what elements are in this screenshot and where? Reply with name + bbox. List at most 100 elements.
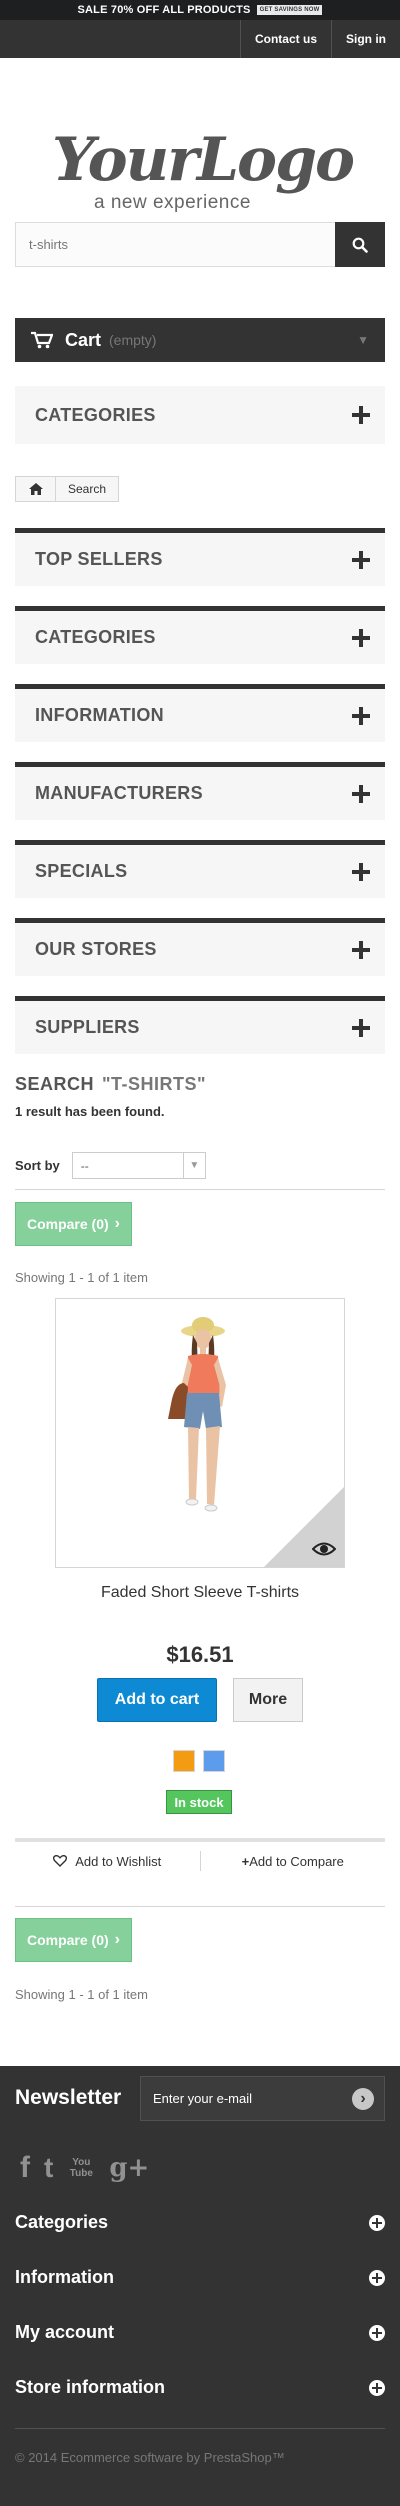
sign-in-link[interactable]: Sign in bbox=[331, 20, 400, 58]
plus-icon bbox=[352, 862, 370, 881]
footer-section-label: Categories bbox=[15, 2212, 109, 2232]
newsletter-email-input[interactable]: Enter your e-mail › bbox=[140, 2076, 385, 2121]
search-input[interactable] bbox=[15, 222, 335, 267]
product-image[interactable] bbox=[55, 1298, 345, 1568]
newsletter-title: Newsletter bbox=[15, 2086, 122, 2109]
footer-store-information[interactable]: Store information bbox=[15, 2377, 385, 2398]
sort-by-select[interactable]: -- ▼ bbox=[71, 1152, 206, 1179]
showing-count: Showing 1 - 1 of 1 item bbox=[15, 1270, 148, 1285]
categories-toggle[interactable]: CATEGORIES bbox=[15, 386, 385, 444]
plus-circle-icon bbox=[369, 2379, 385, 2396]
search-icon bbox=[352, 237, 368, 253]
categories-block[interactable]: CATEGORIES bbox=[15, 606, 385, 664]
cart-status: (empty) bbox=[109, 332, 157, 348]
showing-count-bottom: Showing 1 - 1 of 1 item bbox=[15, 1987, 148, 2002]
color-swatch-blue[interactable] bbox=[203, 1750, 225, 1772]
sort-by-value: -- bbox=[80, 1158, 89, 1173]
search-button[interactable] bbox=[335, 222, 385, 267]
add-to-wishlist-link[interactable]: Add to Wishlist bbox=[15, 1854, 200, 1869]
color-swatch-orange[interactable] bbox=[173, 1750, 195, 1772]
compare-label: Compare (0) bbox=[26, 1932, 109, 1948]
plus-icon bbox=[352, 550, 370, 569]
suppliers-block[interactable]: SUPPLIERS bbox=[15, 996, 385, 1054]
search-heading-label: SEARCH bbox=[15, 1074, 95, 1094]
eye-icon[interactable] bbox=[312, 1541, 336, 1557]
compare-link-label: Add to Compare bbox=[249, 1853, 344, 1869]
twitter-icon[interactable]: t bbox=[44, 2152, 53, 2184]
manufacturers-block[interactable]: MANUFACTURERS bbox=[15, 762, 385, 820]
divider bbox=[15, 1189, 385, 1190]
plus-icon: + bbox=[241, 1853, 250, 1869]
footer-my-account[interactable]: My account bbox=[15, 2322, 385, 2343]
newsletter-placeholder: Enter your e-mail bbox=[153, 2091, 252, 2106]
youtube-icon[interactable]: You Tube bbox=[67, 2157, 95, 2179]
plus-icon bbox=[352, 784, 370, 803]
plus-icon bbox=[352, 1018, 370, 1037]
compare-button[interactable]: Compare (0) › bbox=[15, 1202, 132, 1246]
divider bbox=[15, 1906, 385, 1907]
search-query: "T-SHIRTS" bbox=[102, 1074, 207, 1094]
block-title: MANUFACTURERS bbox=[35, 783, 203, 803]
plus-circle-icon bbox=[369, 2214, 385, 2231]
heart-icon bbox=[53, 1855, 68, 1867]
breadcrumb-home[interactable] bbox=[16, 477, 56, 501]
plus-icon bbox=[352, 940, 370, 959]
newsletter-submit-button[interactable]: › bbox=[352, 2088, 374, 2110]
breadcrumb-current: Search bbox=[68, 482, 107, 496]
plus-icon bbox=[352, 406, 370, 424]
facebook-icon[interactable]: f bbox=[20, 2151, 30, 2185]
add-to-compare-link[interactable]: + Add to Compare bbox=[201, 1854, 386, 1869]
block-title: CATEGORIES bbox=[35, 627, 156, 647]
footer-information[interactable]: Information bbox=[15, 2267, 385, 2288]
compare-label: Compare (0) bbox=[26, 1216, 109, 1232]
compare-button-bottom[interactable]: Compare (0) › bbox=[15, 1918, 132, 1962]
information-block[interactable]: INFORMATION bbox=[15, 684, 385, 742]
footer-section-label: My account bbox=[15, 2322, 115, 2342]
top-sellers-block[interactable]: TOP SELLERS bbox=[15, 528, 385, 586]
footer: Newsletter Enter your e-mail › f t You T… bbox=[0, 2066, 400, 2506]
product-name[interactable]: Faded Short Sleeve T-shirts bbox=[0, 1584, 400, 1602]
divider bbox=[15, 2428, 385, 2429]
specials-block[interactable]: SPECIALS bbox=[15, 840, 385, 898]
cart-title: Cart bbox=[65, 329, 102, 350]
logo[interactable]: YourLogo a new experience bbox=[0, 58, 400, 222]
block-title: TOP SELLERS bbox=[35, 549, 163, 569]
cart-block[interactable]: Cart (empty) ▼ bbox=[15, 318, 385, 362]
chevron-right-icon: › bbox=[360, 2090, 366, 2107]
logo-main-text: YourLogo bbox=[52, 125, 355, 195]
plus-circle-icon bbox=[369, 2324, 385, 2341]
chevron-right-icon: › bbox=[114, 1931, 120, 1948]
promo-text: SALE 70% OFF ALL PRODUCTS bbox=[77, 4, 251, 16]
product-actions: Add to Wishlist + Add to Compare bbox=[15, 1838, 385, 1880]
add-to-cart-button[interactable]: Add to cart bbox=[97, 1678, 217, 1722]
breadcrumb: Search bbox=[15, 476, 120, 502]
chevron-down-icon: ▼ bbox=[182, 1153, 205, 1178]
search-form bbox=[15, 222, 385, 267]
copyright[interactable]: © 2014 Ecommerce software by PrestaShop™ bbox=[15, 2450, 285, 2465]
our-stores-block[interactable]: OUR STORES bbox=[15, 918, 385, 976]
sort-by-label: Sort by bbox=[15, 1158, 60, 1173]
contact-us-link[interactable]: Contact us bbox=[239, 20, 331, 58]
product-price: $16.51 bbox=[166, 1642, 234, 1667]
logo-tagline: a new experience bbox=[94, 192, 251, 213]
top-nav: Contact us Sign in bbox=[0, 20, 400, 58]
block-title: SPECIALS bbox=[35, 861, 128, 881]
plus-circle-icon bbox=[369, 2269, 385, 2286]
sort-by: Sort by -- ▼ bbox=[15, 1152, 206, 1179]
chevron-right-icon: › bbox=[114, 1215, 120, 1232]
plus-icon bbox=[352, 706, 370, 725]
promo-banner[interactable]: SALE 70% OFF ALL PRODUCTS GET SAVINGS NO… bbox=[0, 0, 400, 20]
footer-categories[interactable]: Categories bbox=[15, 2212, 385, 2233]
plus-icon bbox=[352, 628, 370, 647]
block-title: CATEGORIES bbox=[35, 404, 156, 425]
more-button[interactable]: More bbox=[233, 1678, 303, 1722]
get-savings-button[interactable]: GET SAVINGS NOW bbox=[256, 5, 323, 15]
home-icon bbox=[28, 483, 43, 495]
chevron-down-icon: ▼ bbox=[357, 333, 369, 347]
availability-badge: In stock bbox=[166, 1790, 232, 1814]
cart-icon bbox=[31, 331, 53, 349]
result-count: 1 result has been found. bbox=[15, 1104, 165, 1119]
block-title: OUR STORES bbox=[35, 939, 157, 959]
block-title: INFORMATION bbox=[35, 705, 164, 725]
google-plus-icon[interactable]: g+ bbox=[109, 2153, 149, 2183]
